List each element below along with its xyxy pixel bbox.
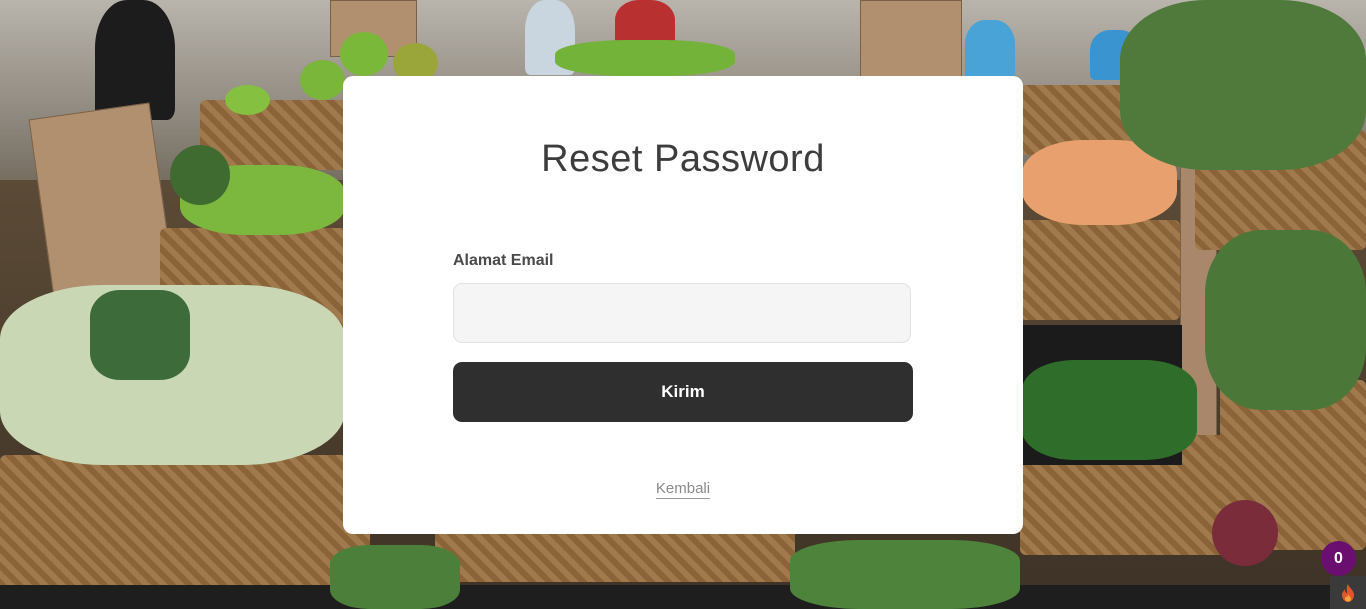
- background-apple: [555, 40, 735, 76]
- background-person: [965, 20, 1015, 80]
- background-sign: [860, 0, 962, 78]
- email-input[interactable]: [453, 283, 911, 343]
- background-onion: [1212, 500, 1278, 566]
- background-apple: [340, 32, 388, 76]
- back-link-label: Kembali: [655, 480, 711, 499]
- background-basket: [1020, 220, 1180, 320]
- background-crate: [0, 585, 1366, 609]
- background-cucumbers: [1022, 360, 1197, 460]
- cart-count-badge[interactable]: 0: [1321, 541, 1356, 576]
- background-basket: [435, 530, 795, 582]
- background-dill: [330, 545, 460, 609]
- background-leeks: [90, 290, 190, 380]
- background-dill: [790, 540, 1020, 609]
- submit-button[interactable]: Kirim: [453, 362, 913, 422]
- fire-icon-button[interactable]: [1330, 576, 1366, 609]
- background-broccoli: [1205, 230, 1366, 410]
- page-title: Reset Password: [541, 138, 825, 180]
- background-person: [95, 0, 175, 120]
- background-apple: [225, 85, 270, 115]
- background-basket: [0, 455, 370, 595]
- email-label: Alamat Email: [453, 252, 554, 269]
- fire-icon: [1342, 583, 1354, 602]
- back-link[interactable]: Kembali: [0, 480, 1366, 499]
- background-apple: [300, 60, 345, 100]
